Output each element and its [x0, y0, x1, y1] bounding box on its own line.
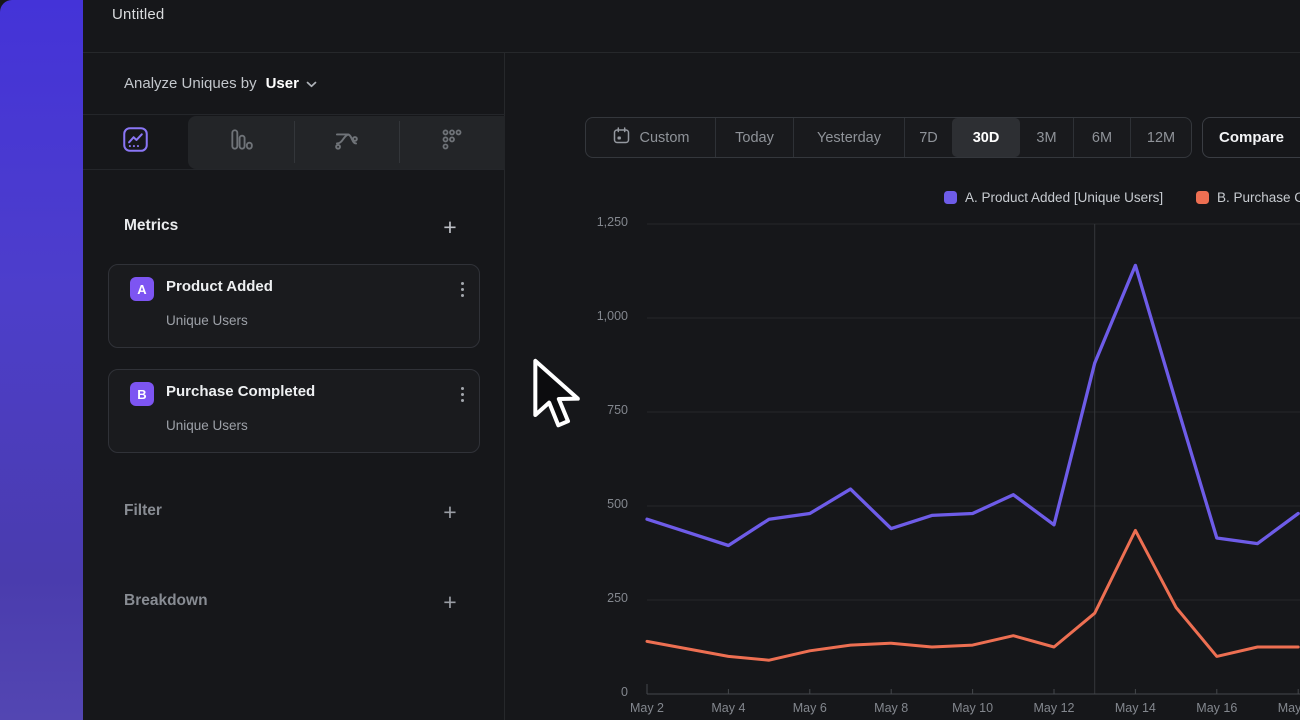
kebab-menu-icon[interactable]	[450, 275, 474, 303]
legend-label: B. Purchase Completed [Unique Users]	[1217, 190, 1300, 205]
chart-type-tabs	[83, 115, 505, 169]
breakdown-section-title: Breakdown	[124, 592, 208, 610]
analytics-insights-screen: Untitled Analyze Uniques by User	[0, 0, 1300, 720]
legend-item-b[interactable]: B. Purchase Completed [Unique Users]	[1196, 190, 1300, 205]
add-filter-button[interactable]: +	[436, 498, 464, 526]
series-line-a[interactable]	[647, 265, 1298, 545]
add-breakdown-button[interactable]: +	[436, 588, 464, 616]
tab-insights[interactable]	[83, 115, 188, 169]
range-30d-selected[interactable]: 30D	[952, 118, 1020, 157]
insights-line-chart-icon	[122, 126, 149, 158]
tab-retention[interactable]	[399, 115, 505, 169]
metric-name: Purchase Completed	[166, 383, 315, 400]
range-label: 12M	[1147, 130, 1175, 146]
range-label: 6M	[1092, 130, 1112, 146]
range-12m[interactable]: 12M	[1130, 118, 1191, 157]
x-axis-label: May 10	[935, 701, 1011, 715]
metric-measurement-dropdown[interactable]: Unique Users	[166, 313, 248, 328]
add-metric-button[interactable]: +	[436, 213, 464, 241]
x-axis-label: May 4	[690, 701, 766, 715]
chevron-down-icon	[306, 75, 317, 92]
y-axis-label: 0	[544, 685, 628, 699]
y-axis-label: 750	[544, 403, 628, 417]
y-axis-label: 1,250	[544, 215, 628, 229]
y-axis-label: 500	[544, 497, 628, 511]
range-3m[interactable]: 3M	[1020, 118, 1073, 157]
analyze-by-dropdown[interactable]: User	[266, 75, 317, 92]
filter-section-title: Filter	[124, 502, 162, 520]
divider	[83, 169, 505, 170]
chart-legend: A. Product Added [Unique Users] B. Purch…	[505, 190, 1300, 210]
x-axis-label: May 14	[1097, 701, 1173, 715]
funnel-bars-icon	[228, 127, 254, 158]
series-line-b[interactable]	[647, 530, 1298, 660]
x-axis-label: May 12	[1016, 701, 1092, 715]
kebab-menu-icon[interactable]	[450, 380, 474, 408]
range-label: 30D	[973, 130, 1000, 146]
left-gradient-panel	[0, 0, 83, 720]
range-6m[interactable]: 6M	[1073, 118, 1130, 157]
report-title[interactable]: Untitled	[112, 6, 164, 23]
metrics-section-title: Metrics	[124, 217, 178, 235]
y-axis-label: 250	[544, 591, 628, 605]
range-label: 7D	[919, 130, 938, 146]
x-axis-label: May 6	[772, 701, 848, 715]
date-range-control: Custom Today Yesterday 7D 30D 3M 6M 12M	[585, 117, 1192, 158]
top-bar: Untitled	[83, 0, 1300, 53]
analyze-label: Analyze Uniques by	[124, 75, 257, 92]
range-label: Today	[735, 130, 774, 146]
range-7d[interactable]: 7D	[904, 118, 952, 157]
range-label: Yesterday	[817, 130, 881, 146]
x-axis-label: May 18	[1260, 701, 1300, 715]
range-today[interactable]: Today	[715, 118, 793, 157]
legend-label: A. Product Added [Unique Users]	[965, 190, 1163, 205]
metric-badge-b: B	[130, 382, 154, 406]
legend-item-a[interactable]: A. Product Added [Unique Users]	[944, 190, 1163, 205]
metric-measurement-dropdown[interactable]: Unique Users	[166, 418, 248, 433]
tab-funnels[interactable]	[188, 115, 294, 169]
range-custom[interactable]: Custom	[586, 118, 715, 157]
line-chart	[505, 210, 1300, 720]
range-label: 3M	[1036, 130, 1056, 146]
metric-name: Product Added	[166, 278, 273, 295]
retention-dots-icon	[439, 127, 465, 158]
x-axis-label: May 2	[609, 701, 685, 715]
calendar-icon	[612, 126, 631, 149]
line-chart-svg	[505, 210, 1300, 720]
x-axis-label: May 16	[1179, 701, 1255, 715]
metric-badge-a: A	[130, 277, 154, 301]
query-sidebar: Analyze Uniques by User	[83, 53, 505, 720]
analyze-by-value: User	[266, 75, 299, 92]
legend-swatch-purple	[944, 191, 957, 204]
metric-card-b[interactable]: B Purchase Completed Unique Users	[108, 369, 480, 453]
legend-swatch-orange	[1196, 191, 1209, 204]
metric-card-a[interactable]: A Product Added Unique Users	[108, 264, 480, 348]
range-label: Custom	[640, 130, 690, 146]
flows-icon	[333, 126, 360, 158]
chart-panel: Custom Today Yesterday 7D 30D 3M 6M 12M …	[505, 53, 1300, 720]
range-yesterday[interactable]: Yesterday	[793, 118, 904, 157]
compare-button[interactable]: Compare	[1202, 117, 1300, 158]
tab-flows[interactable]	[294, 115, 399, 169]
analyze-row: Analyze Uniques by User	[83, 53, 505, 115]
y-axis-label: 1,000	[544, 309, 628, 323]
x-axis-label: May 8	[853, 701, 929, 715]
